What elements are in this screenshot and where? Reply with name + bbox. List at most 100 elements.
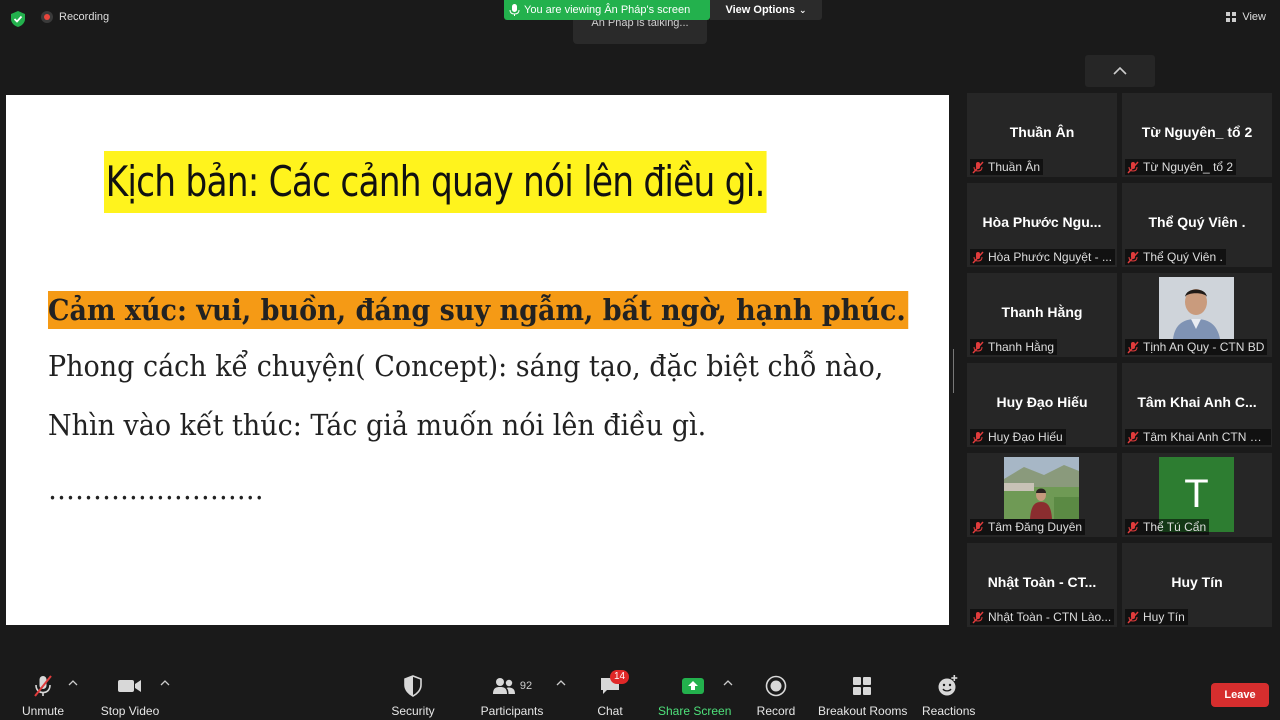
participant-name: Thuần Ân (1009, 124, 1075, 140)
slide-line-dots: …………………… (48, 472, 264, 506)
chevron-up-icon[interactable] (556, 679, 566, 687)
chevron-up-icon[interactable] (68, 679, 78, 687)
shield-icon (404, 675, 422, 697)
participant-label: Từ Nguyên_ tổ 2 (1125, 159, 1237, 175)
record-dot-icon (41, 11, 53, 23)
stop-video-button[interactable]: Stop Video (100, 674, 160, 718)
leave-button[interactable]: Leave (1211, 683, 1269, 707)
muted-mic-icon (972, 250, 984, 264)
muted-mic-icon (972, 340, 984, 354)
recording-label: Recording (59, 11, 110, 23)
participant-label: Tâm Đăng Duyên (970, 519, 1086, 535)
participant-tile[interactable]: T Thể Tú Cẩn (1122, 453, 1272, 537)
participant-label: Thuần Ân (970, 159, 1044, 175)
participants-icon (492, 678, 515, 694)
muted-mic-icon (972, 160, 984, 174)
unmute-label: Unmute (21, 704, 65, 718)
chevron-up-icon[interactable] (160, 679, 170, 687)
participant-label: Thanh Hằng (970, 339, 1058, 355)
participant-tile[interactable]: Thuần Ân Thuần Ân (967, 93, 1117, 177)
muted-mic-icon (972, 520, 984, 534)
stop-video-label: Stop Video (100, 704, 160, 718)
participant-name: Tâm Khai Anh C... (1137, 394, 1257, 410)
participant-label: Tâm Khai Anh CTN Vĩ... (1125, 429, 1271, 445)
participant-tile[interactable]: Tâm Đăng Duyên (967, 453, 1117, 537)
smiley-plus-icon (938, 675, 958, 696)
participant-video-photo (1159, 277, 1234, 339)
slide-line-ending: Nhìn vào kết thúc: Tác giả muốn nói lên … (48, 408, 707, 442)
record-icon (765, 675, 787, 697)
view-label: View (1242, 11, 1266, 23)
share-screen-icon (682, 678, 704, 694)
video-camera-icon (118, 680, 141, 692)
microphone-icon (509, 4, 520, 16)
reactions-label: Reactions (922, 704, 976, 718)
chat-unread-badge: 14 (610, 670, 630, 684)
participant-name: Từ Nguyên_ tổ 2 (1141, 124, 1253, 140)
muted-mic-icon (1127, 430, 1139, 444)
unmute-button[interactable]: Unmute (18, 674, 68, 718)
participant-tile[interactable]: Thể Quý Viên . Thể Quý Viên . (1122, 183, 1272, 267)
chevron-down-icon: ⌄ (798, 4, 807, 15)
participants-count: 92 (519, 680, 533, 692)
participant-name: Huy Đạo Hiếu (996, 394, 1088, 410)
participant-label: Tịnh An Quy - CTN BD (1125, 339, 1268, 355)
participant-name: Hòa Phước Ngu... (982, 214, 1102, 230)
security-button[interactable]: Security (388, 674, 438, 718)
muted-mic-icon (972, 610, 984, 624)
recording-indicator[interactable]: Recording (41, 11, 109, 23)
record-button[interactable]: Record (754, 674, 798, 718)
view-options-label: View Options (725, 4, 795, 16)
participant-label: Huy Tín (1125, 609, 1188, 625)
chat-button[interactable]: 14 Chat (592, 670, 630, 718)
participant-video-photo (1004, 457, 1079, 519)
muted-mic-icon (1127, 610, 1139, 624)
participant-tile[interactable]: Nhật Toàn - CT... Nhật Toàn - CTN Lào... (967, 543, 1117, 627)
security-label: Security (391, 704, 435, 718)
participant-tile[interactable]: Từ Nguyên_ tổ 2 Từ Nguyên_ tổ 2 (1122, 93, 1272, 177)
view-button[interactable]: View (1226, 11, 1266, 23)
chevron-up-icon (1113, 67, 1127, 75)
muted-mic-icon (1127, 340, 1139, 354)
muted-mic-icon (1127, 520, 1139, 534)
participant-label: Nhật Toàn - CTN Lào... (970, 609, 1115, 625)
participant-name: Nhật Toàn - CT... (987, 574, 1097, 590)
active-speaker-banner: Ân Pháp is talking... (573, 18, 707, 44)
participant-name: Thanh Hằng (1001, 304, 1083, 320)
muted-mic-icon (972, 430, 984, 444)
participants-button[interactable]: 92 Participants (480, 674, 544, 718)
participant-label: Thể Quý Viên . (1125, 249, 1226, 265)
slide-line-concept: Phong cách kể chuyện( Concept): sáng tạo… (48, 349, 884, 383)
participant-tile[interactable]: Huy Đạo Hiếu Huy Đạo Hiếu (967, 363, 1117, 447)
gallery-scroll-up-button[interactable] (1085, 55, 1155, 87)
viewing-label: You are viewing Ân Pháp's screen (524, 4, 691, 16)
participant-tile[interactable]: Huy Tín Huy Tín (1122, 543, 1272, 627)
grid-icon (1226, 12, 1237, 22)
resize-handle[interactable] (953, 349, 957, 393)
slide-line-emotions: Cảm xúc: vui, buồn, đáng suy ngẫm, bất n… (48, 291, 909, 329)
participant-tile[interactable]: Hòa Phước Ngu... Hòa Phước Nguyệt - ... (967, 183, 1117, 267)
participant-tile[interactable]: Tâm Khai Anh C... Tâm Khai Anh CTN Vĩ... (1122, 363, 1272, 447)
breakout-rooms-label: Breakout Rooms (818, 704, 908, 718)
chevron-up-icon[interactable] (723, 679, 733, 687)
participant-name: Huy Tín (1171, 574, 1223, 590)
record-label: Record (756, 704, 796, 718)
participant-label: Thể Tú Cẩn (1125, 519, 1210, 535)
breakout-rooms-button[interactable]: Breakout Rooms (818, 674, 908, 718)
participants-label: Participants (480, 704, 544, 718)
view-options-button[interactable]: View Options ⌄ (710, 0, 822, 20)
muted-mic-icon (34, 675, 52, 697)
muted-mic-icon (1127, 250, 1139, 264)
participant-tile[interactable]: Thanh Hằng Thanh Hằng (967, 273, 1117, 357)
meeting-toolbar: Unmute Stop Video Security 92 Participan… (0, 660, 1280, 720)
viewing-screen-banner: You are viewing Ân Pháp's screen (504, 0, 710, 20)
shield-check-icon[interactable] (11, 11, 25, 27)
participant-tile[interactable]: Tịnh An Quy - CTN BD (1122, 273, 1272, 357)
share-screen-button[interactable]: Share Screen (658, 674, 732, 718)
share-screen-label: Share Screen (658, 704, 732, 718)
top-bar: Recording Ân Pháp is talking... You are … (0, 0, 1280, 44)
chat-label: Chat (597, 704, 623, 718)
slide-title: Kịch bản: Các cảnh quay nói lên điều gì. (104, 151, 767, 213)
reactions-button[interactable]: Reactions (922, 674, 976, 718)
muted-mic-icon (1127, 160, 1139, 174)
